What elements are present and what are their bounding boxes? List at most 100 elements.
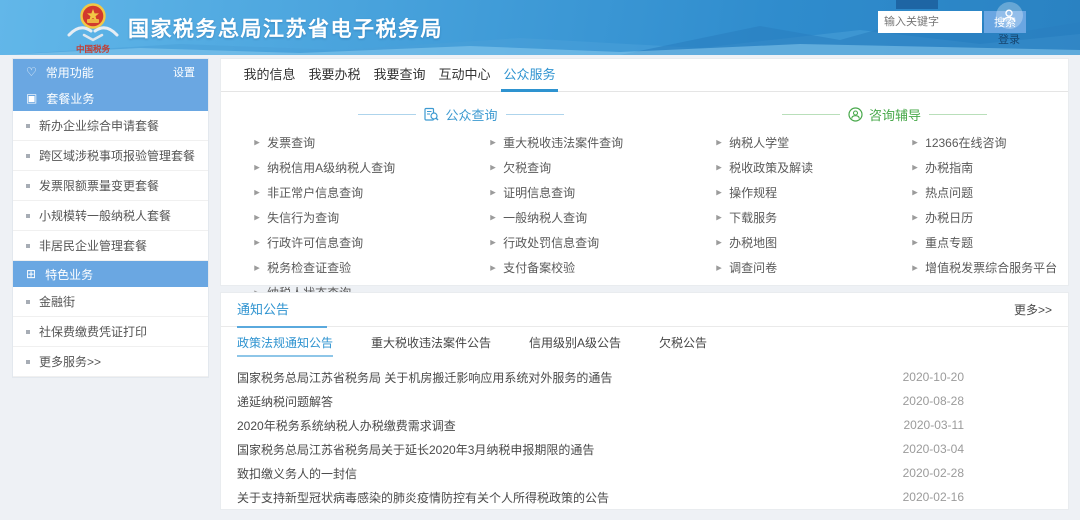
consult-header: 咨询辅导	[701, 102, 1068, 126]
sidebar-header-common-functions[interactable]: ♡ 常用功能 设置	[13, 59, 208, 85]
link-general-taxpayer-query[interactable]: ▶一般纳税人查询	[490, 205, 690, 230]
notice-row[interactable]: 2020年税务系统纳税人办税缴费需求调查 2020-03-11	[221, 413, 1068, 437]
link-operation-procedures[interactable]: ▶操作规程	[716, 180, 912, 205]
tab-tax-arrears-notices[interactable]: 欠税公告	[659, 327, 707, 359]
arrow-icon: ▶	[716, 238, 722, 246]
sidebar-header-special-business[interactable]: ⊞ 特色业务	[13, 261, 208, 287]
link-tax-guide[interactable]: ▶办税指南	[912, 155, 1068, 180]
notice-title[interactable]: 2020年税务系统纳税人办税缴费需求调查	[237, 417, 456, 434]
section-title: 公众查询	[445, 105, 497, 124]
link-12366-online-consult[interactable]: ▶12366在线咨询	[912, 130, 1068, 155]
notice-date: 2020-03-04	[883, 442, 964, 456]
notice-list: 国家税务总局江苏省税务局 关于机房搬迁影响应用系统对外服务的通告 2020-10…	[221, 359, 1068, 509]
notice-title[interactable]: 致扣缴义务人的一封信	[237, 465, 357, 482]
notice-title[interactable]: 关于支持新型冠状病毒感染的肺炎疫情防控有关个人所得税政策的公告	[237, 489, 609, 506]
grid-icon: ⊞	[26, 268, 36, 280]
arrow-icon: ▶	[716, 138, 722, 146]
login-area[interactable]: 登录	[988, 2, 1030, 47]
sidebar-item-financial-street[interactable]: 金融街	[13, 287, 208, 317]
notice-title[interactable]: 国家税务总局江苏省税务局 关于机房搬迁影响应用系统对外服务的通告	[237, 369, 612, 386]
sidebar-item-more-services[interactable]: 更多服务>>	[13, 347, 208, 377]
link-major-tax-violation-query[interactable]: ▶重大税收违法案件查询	[490, 130, 690, 155]
notice-header: 通知公告 更多>>	[221, 293, 1068, 327]
sidebar-item-non-resident-enterprise-package[interactable]: 非居民企业管理套餐	[13, 231, 208, 261]
sidebar-header-label: 特色业务	[45, 266, 93, 283]
notice-title[interactable]: 递延纳税问题解答	[237, 393, 333, 410]
notice-tabs: 政策法规通知公告 重大税收违法案件公告 信用级别A级公告 欠税公告	[221, 327, 1068, 359]
settings-link[interactable]: 设置	[173, 64, 195, 80]
tab-my-info[interactable]: 我的信息	[237, 59, 302, 91]
notice-date: 2020-08-28	[883, 394, 964, 408]
tab-public-service[interactable]: 公众服务	[497, 59, 562, 91]
link-invoice-query[interactable]: ▶发票查询	[254, 130, 490, 155]
link-tax-map[interactable]: ▶办税地图	[716, 230, 912, 255]
divider-line	[506, 114, 564, 115]
link-tax-arrears-query[interactable]: ▶欠税查询	[490, 155, 690, 180]
link-tax-inspection-cert-check[interactable]: ▶税务检查证查验	[254, 255, 490, 280]
bullet-icon	[26, 124, 30, 128]
divider-line	[782, 114, 840, 115]
sidebar-item-social-security-payment-print[interactable]: 社保费缴费凭证打印	[13, 317, 208, 347]
notice-row[interactable]: 国家税务总局江苏省税务局关于延长2020年3月纳税申报期限的通告 2020-03…	[221, 437, 1068, 461]
tab-policy-regulation-notices[interactable]: 政策法规通知公告	[237, 327, 333, 359]
tab-interaction-center[interactable]: 互动中心	[432, 59, 497, 91]
arrow-icon: ▶	[254, 138, 260, 146]
notice-row[interactable]: 递延纳税问题解答 2020-08-28	[221, 389, 1068, 413]
arrow-icon: ▶	[716, 163, 722, 171]
link-download-service[interactable]: ▶下载服务	[716, 205, 912, 230]
link-admin-license-query[interactable]: ▶行政许可信息查询	[254, 230, 490, 255]
sidebar-item-new-enterprise-package[interactable]: 新办企业综合申请套餐	[13, 111, 208, 141]
tab-major-tax-violation-notices[interactable]: 重大税收违法案件公告	[371, 327, 491, 359]
public-query-header: 公众查询	[221, 102, 701, 126]
notice-date: 2020-03-11	[884, 418, 965, 432]
notice-row[interactable]: 国家税务总局江苏省税务局 关于机房搬迁影响应用系统对外服务的通告 2020-10…	[221, 365, 1068, 389]
bullet-icon	[26, 330, 30, 334]
link-key-topics[interactable]: ▶重点专题	[912, 230, 1068, 255]
sidebar-item-invoice-quota-package[interactable]: 发票限额票量变更套餐	[13, 171, 208, 201]
login-link[interactable]: 登录	[988, 31, 1030, 47]
notice-row[interactable]: 关于支持新型冠状病毒感染的肺炎疫情防控有关个人所得税政策的公告 2020-02-…	[221, 485, 1068, 509]
arrow-icon: ▶	[716, 213, 722, 221]
search-input[interactable]	[878, 11, 982, 33]
sidebar-item-cross-region-package[interactable]: 跨区域涉税事项报验管理套餐	[13, 141, 208, 171]
link-credit-a-taxpayer-query[interactable]: ▶纳税信用A级纳税人查询	[254, 155, 490, 180]
link-admin-penalty-query[interactable]: ▶行政处罚信息查询	[490, 230, 690, 255]
link-payment-record-check[interactable]: ▶支付备案校验	[490, 255, 690, 280]
link-abnormal-account-query[interactable]: ▶非正常户信息查询	[254, 180, 490, 205]
tab-my-query[interactable]: 我要查询	[367, 59, 432, 91]
notice-date: 2020-10-20	[883, 370, 964, 384]
link-vat-invoice-service-platform[interactable]: ▶增值税发票综合服务平台	[912, 255, 1068, 280]
notice-title[interactable]: 国家税务总局江苏省税务局关于延长2020年3月纳税申报期限的通告	[237, 441, 594, 458]
bullet-icon	[26, 360, 30, 364]
magnifier-document-icon	[424, 107, 439, 122]
link-survey-questionnaire[interactable]: ▶调查问卷	[716, 255, 912, 280]
link-dishonesty-query[interactable]: ▶失信行为查询	[254, 205, 490, 230]
link-certificate-info-query[interactable]: ▶证明信息查询	[490, 180, 690, 205]
avatar[interactable]	[996, 2, 1023, 29]
arrow-icon: ▶	[490, 213, 496, 221]
bullet-icon	[26, 154, 30, 158]
headset-person-icon	[848, 107, 863, 122]
link-taxpayer-school[interactable]: ▶纳税人学堂	[716, 130, 912, 155]
link-hot-issues[interactable]: ▶热点问题	[912, 180, 1068, 205]
sidebar-header-package-business[interactable]: ▣ 套餐业务	[13, 85, 208, 111]
notice-date: 2020-02-16	[883, 490, 964, 504]
arrow-icon: ▶	[490, 163, 496, 171]
notice-row[interactable]: 致扣缴义务人的一封信 2020-02-28	[221, 461, 1068, 485]
arrow-icon: ▶	[490, 238, 496, 246]
package-icon: ▣	[26, 92, 37, 104]
more-link[interactable]: 更多>>	[1014, 301, 1052, 318]
section-title: 咨询辅导	[869, 105, 921, 124]
tab-tax-handling[interactable]: 我要办税	[302, 59, 367, 91]
tax-emblem-logo: 中国税务	[66, 2, 120, 54]
link-tax-calendar[interactable]: ▶办税日历	[912, 205, 1068, 230]
arrow-icon: ▶	[254, 213, 260, 221]
main-nav-tabs: 我的信息 我要办税 我要查询 互动中心 公众服务	[221, 59, 1068, 92]
divider-line	[358, 114, 416, 115]
tab-credit-a-notices[interactable]: 信用级别A级公告	[529, 327, 621, 359]
notice-panel-title[interactable]: 通知公告	[237, 293, 289, 327]
arrow-icon: ▶	[912, 138, 918, 146]
link-tax-policy-interpretation[interactable]: ▶税收政策及解读	[716, 155, 912, 180]
sidebar-item-small-scale-taxpayer-package[interactable]: 小规模转一般纳税人套餐	[13, 201, 208, 231]
notice-date: 2020-02-28	[883, 466, 964, 480]
